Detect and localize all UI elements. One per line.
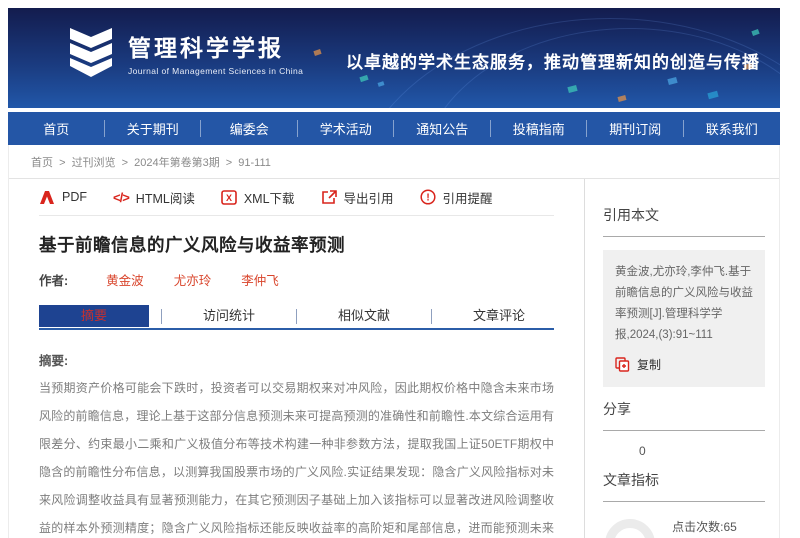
- nav-item-editorial-board[interactable]: 编委会: [201, 112, 298, 145]
- alert-icon: !: [420, 189, 436, 205]
- journal-logo-icon: [66, 26, 116, 78]
- copy-icon: [615, 357, 630, 372]
- tab-abstract[interactable]: 摘要: [39, 305, 149, 327]
- breadcrumb-home[interactable]: 首页: [31, 157, 53, 169]
- html-read-button[interactable]: </> HTML阅读: [113, 188, 195, 207]
- share-count: 0: [639, 444, 765, 458]
- breadcrumb-issue[interactable]: 2024年第卷第3期: [134, 157, 220, 169]
- content-columns: PDF </> HTML阅读 X XML下载: [9, 178, 779, 538]
- xml-download-button[interactable]: X XML下载: [221, 188, 295, 207]
- share-section-title: 分享: [603, 399, 765, 419]
- copy-citation-button[interactable]: 复制: [615, 356, 753, 373]
- altmetric-donut-icon[interactable]: ?: [605, 519, 655, 538]
- main-column: PDF </> HTML阅读 X XML下载: [9, 179, 584, 538]
- metrics-section-title: 文章指标: [603, 470, 765, 490]
- journal-title: 管理科学学报: [128, 29, 303, 63]
- nav-item-about[interactable]: 关于期刊: [105, 112, 202, 145]
- journal-banner: 管理科学学报 Journal of Management Sciences in…: [8, 8, 780, 108]
- nav-item-submission-guide[interactable]: 投稿指南: [491, 112, 588, 145]
- pdf-button[interactable]: PDF: [39, 190, 87, 205]
- abstract-text: 当预期资产价格可能会下跌时，投资者可以交易期权来对冲风险，因此期权价格中隐含未来…: [39, 374, 554, 538]
- journal-logo[interactable]: 管理科学学报 Journal of Management Sciences in…: [66, 26, 303, 78]
- article-title: 基于前瞻信息的广义风险与收益率预测: [39, 232, 554, 257]
- divider: [603, 430, 765, 431]
- pdf-label: PDF: [62, 190, 87, 204]
- breadcrumb-pages: 91-111: [238, 157, 271, 169]
- cite-section-title: 引用本文: [603, 205, 765, 225]
- banner-decoration: [359, 75, 368, 82]
- breadcrumb-separator: >: [122, 157, 128, 169]
- breadcrumb: 首页 > 过刊浏览 > 2024年第卷第3期 > 91-111: [9, 145, 779, 178]
- tab-separator: [296, 309, 297, 324]
- metrics-row: ? Altmetric 点击次数:65 下载次数: 196 HTML阅读次数: …: [603, 515, 765, 538]
- sidebar: 引用本文 黄金波,尤亦玲,李仲飞.基于前瞻信息的广义风险与收益率预测[J].管理…: [584, 179, 779, 538]
- citation-text: 黄金波,尤亦玲,李仲飞.基于前瞻信息的广义风险与收益率预测[J].管理科学学报,…: [615, 262, 753, 346]
- breadcrumb-archive[interactable]: 过刊浏览: [72, 157, 116, 169]
- export-citation-label: 导出引用: [344, 188, 394, 207]
- author-link[interactable]: 尤亦玲: [174, 270, 212, 289]
- article-tabs: 摘要 访问统计 相似文献 文章评论: [39, 304, 554, 330]
- pdf-icon: [39, 190, 55, 205]
- tab-separator: [431, 309, 432, 324]
- journal-slogan: 以卓越的学术生态服务，推动管理新知的创造与传播: [346, 48, 760, 73]
- content-frame: 首页 > 过刊浏览 > 2024年第卷第3期 > 91-111 PDF: [8, 145, 780, 538]
- nav-item-subscription[interactable]: 期刊订阅: [587, 112, 684, 145]
- author-link[interactable]: 李仲飞: [241, 270, 279, 289]
- divider: [603, 501, 765, 502]
- banner-decoration: [313, 49, 321, 56]
- banner-decoration: [378, 81, 385, 87]
- metric-clicks: 点击次数:65: [672, 519, 765, 537]
- nav-item-academic-events[interactable]: 学术活动: [298, 112, 395, 145]
- journal-subtitle: Journal of Management Sciences in China: [128, 66, 303, 76]
- breadcrumb-separator: >: [226, 157, 232, 169]
- nav-item-home[interactable]: 首页: [8, 112, 105, 145]
- divider: [603, 236, 765, 237]
- authors-row: 作者: 黄金波 尤亦玲 李仲飞: [39, 270, 554, 289]
- citation-alert-label: 引用提醒: [443, 188, 493, 207]
- tab-separator: [161, 309, 162, 324]
- journal-logo-text: 管理科学学报 Journal of Management Sciences in…: [128, 29, 303, 76]
- html-read-label: HTML阅读: [136, 188, 195, 207]
- export-icon: [321, 190, 337, 205]
- citation-box: 黄金波,尤亦玲,李仲飞.基于前瞻信息的广义风险与收益率预测[J].管理科学学报,…: [603, 250, 765, 387]
- tab-comments[interactable]: 文章评论: [444, 305, 554, 327]
- altmetric-badge[interactable]: ? Altmetric: [603, 515, 672, 538]
- svg-text:X: X: [226, 193, 232, 203]
- xml-icon: X: [221, 190, 237, 205]
- authors-label: 作者:: [39, 270, 68, 289]
- html-icon: </>: [113, 190, 129, 205]
- metric-lines: 点击次数:65 下载次数: 196 HTML阅读次数: 0 引用次数: 0: [672, 515, 765, 538]
- citation-alert-button[interactable]: ! 引用提醒: [420, 188, 493, 207]
- article-toolbar: PDF </> HTML阅读 X XML下载: [39, 179, 554, 216]
- tab-visit-stats[interactable]: 访问统计: [174, 305, 284, 327]
- tab-similar-articles[interactable]: 相似文献: [309, 305, 419, 327]
- banner-decoration: [751, 29, 759, 36]
- nav-item-contact[interactable]: 联系我们: [684, 112, 781, 145]
- xml-download-label: XML下载: [244, 188, 295, 207]
- page: 管理科学学报 Journal of Management Sciences in…: [8, 8, 780, 538]
- main-nav: 首页 关于期刊 编委会 学术活动 通知公告 投稿指南 期刊订阅 联系我们: [8, 112, 780, 145]
- copy-label: 复制: [637, 356, 661, 373]
- author-link[interactable]: 黄金波: [106, 270, 144, 289]
- breadcrumb-separator: >: [59, 157, 65, 169]
- nav-item-notices[interactable]: 通知公告: [394, 112, 491, 145]
- export-citation-button[interactable]: 导出引用: [321, 188, 394, 207]
- abstract-label: 摘要:: [39, 350, 554, 369]
- svg-text:!: !: [426, 193, 429, 204]
